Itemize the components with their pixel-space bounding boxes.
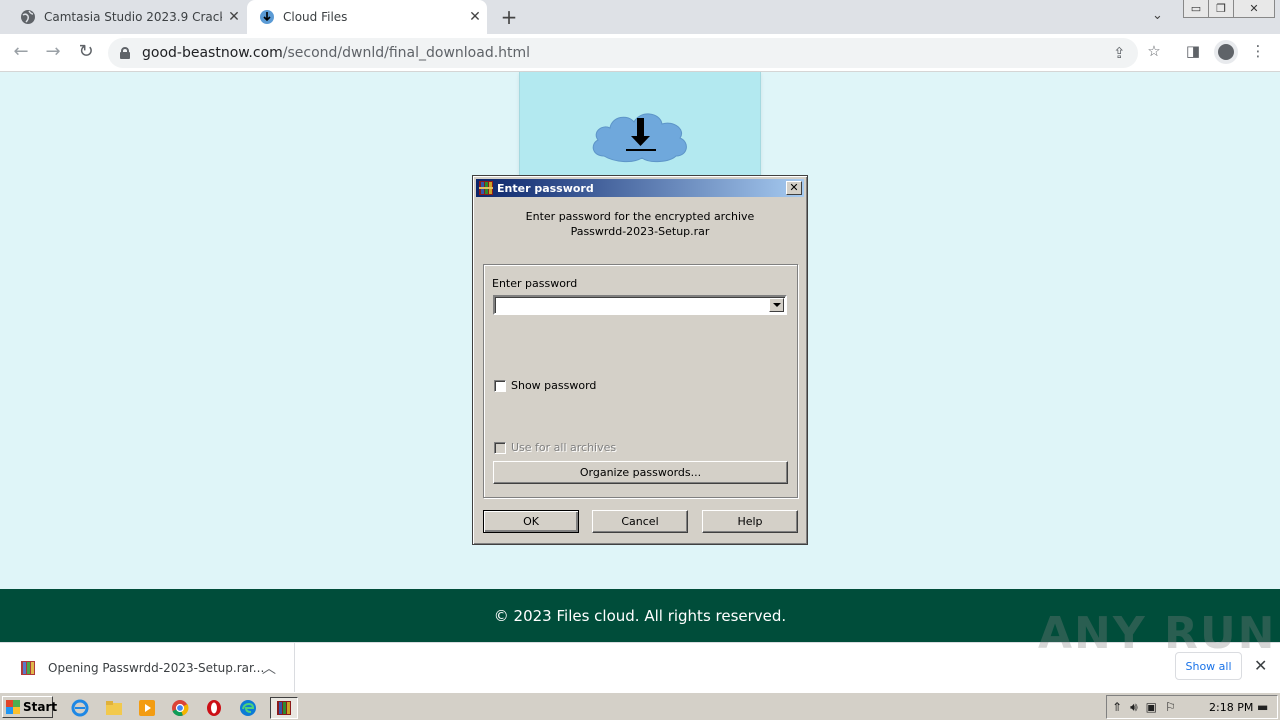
windows-logo-icon	[6, 700, 20, 714]
profile-avatar-icon[interactable]	[1214, 40, 1238, 64]
download-item[interactable]: Opening Passwrdd-2023-Setup.rar... ︿	[0, 643, 295, 693]
show-password-checkbox[interactable]	[494, 379, 506, 392]
tab-close-icon[interactable]: ✕	[463, 9, 487, 25]
use-for-all-archives-label: Use for all archives	[511, 441, 617, 454]
opera-icon[interactable]	[203, 697, 225, 719]
file-explorer-icon[interactable]	[103, 697, 125, 719]
dialog-titlebar[interactable]: Enter password ✕	[476, 179, 804, 197]
combo-dropdown-button[interactable]	[769, 298, 784, 312]
use-for-all-archives-row: Use for all archives	[494, 441, 616, 454]
minimize-button[interactable]: ▭	[1183, 0, 1209, 18]
dialog-message: Enter password for the encrypted archive…	[473, 209, 807, 239]
taskbar-clock[interactable]: 2:18 PM	[1209, 701, 1253, 714]
show-password-label: Show password	[511, 379, 597, 392]
password-combobox[interactable]	[493, 295, 787, 315]
use-for-all-archives-checkbox	[494, 441, 506, 454]
restore-button[interactable]: ❐	[1208, 0, 1234, 18]
dialog-title: Enter password	[497, 181, 594, 195]
tab-cloud-files[interactable]: Cloud Files ✕	[247, 0, 487, 34]
url-text: good-beastnow.com/second/dwnld/final_dow…	[142, 45, 531, 61]
back-arrow-icon[interactable]: ←	[10, 42, 32, 62]
chrome-icon[interactable]	[169, 697, 191, 719]
organize-passwords-button[interactable]: Organize passwords...	[493, 461, 788, 484]
tab-title: Camtasia Studio 2023.9 Crack + Ser	[44, 10, 222, 24]
internet-explorer-icon[interactable]	[69, 697, 91, 719]
help-button[interactable]: Help	[702, 510, 798, 533]
lock-icon[interactable]	[120, 47, 130, 59]
tab-close-icon[interactable]: ✕	[222, 9, 246, 25]
show-password-row[interactable]: Show password	[494, 379, 596, 392]
ok-button[interactable]: OK	[483, 510, 579, 533]
start-label: Start	[23, 700, 58, 714]
forward-arrow-icon[interactable]: →	[42, 42, 64, 62]
bookmark-star-icon[interactable]: ☆	[1143, 42, 1165, 60]
action-center-flag-icon[interactable]: ⚐	[1165, 700, 1176, 714]
anyrun-watermark: ANY RUN	[1038, 608, 1277, 659]
share-icon[interactable]: ⇪	[1113, 44, 1126, 62]
download-cloud-icon	[259, 9, 275, 25]
reload-icon[interactable]: ↻	[75, 42, 97, 62]
tray-expand-icon[interactable]: ⇑	[1112, 700, 1122, 714]
volume-icon[interactable]: 🔊︎	[1130, 700, 1138, 715]
tab-camtasia[interactable]: Camtasia Studio 2023.9 Crack + Ser ✕	[8, 0, 246, 34]
archive-name: Passwrdd-2023-Setup.rar	[570, 225, 710, 238]
cloud-download-icon[interactable]	[590, 108, 692, 166]
browser-toolbar: ← → ↻ good-beastnow.com/second/dwnld/fin…	[0, 34, 1280, 72]
password-input[interactable]	[497, 298, 767, 312]
password-label: Enter password	[492, 277, 578, 290]
tab-search-chevron-icon[interactable]: ⌄	[1152, 8, 1163, 23]
browser-tab-strip: Camtasia Studio 2023.9 Crack + Ser ✕ Clo…	[0, 0, 1280, 34]
rar-file-icon	[21, 661, 35, 675]
window-close-button[interactable]: ✕	[1233, 0, 1275, 18]
chevron-up-icon[interactable]: ︿	[262, 658, 276, 678]
new-tab-button[interactable]: +	[498, 5, 520, 29]
media-player-icon[interactable]	[136, 697, 158, 719]
dialog-close-button[interactable]: ✕	[786, 181, 802, 195]
edge-icon[interactable]	[237, 697, 259, 719]
side-panel-icon[interactable]: ◨	[1182, 42, 1204, 60]
start-button[interactable]: Start	[2, 696, 57, 718]
winrar-icon	[479, 181, 493, 195]
globe-icon	[20, 9, 36, 25]
footer-copyright: © 2023 Files cloud. All rights reserved.	[493, 606, 787, 625]
message-line-1: Enter password for the encrypted archive	[525, 210, 755, 223]
winrar-taskbar-icon[interactable]	[270, 697, 298, 719]
chevron-down-icon	[772, 303, 781, 307]
download-filename: Opening Passwrdd-2023-Setup.rar...	[48, 661, 265, 675]
cancel-button[interactable]: Cancel	[592, 510, 688, 533]
enter-password-dialog: Enter password ✕ Enter password for the …	[472, 175, 808, 545]
windows-taskbar: Start ⇑ 🔊︎ ▣ ⚐ 2:18 PM ▬	[0, 692, 1280, 720]
address-bar[interactable]: good-beastnow.com/second/dwnld/final_dow…	[108, 38, 1138, 68]
network-icon[interactable]: ▣	[1146, 700, 1157, 714]
system-tray: ⇑ 🔊︎ ▣ ⚐ 2:18 PM ▬	[1106, 695, 1278, 719]
menu-kebab-icon[interactable]: ⋮	[1247, 42, 1269, 60]
show-desktop-icon[interactable]: ▬	[1257, 700, 1268, 714]
tab-title: Cloud Files	[283, 10, 348, 24]
